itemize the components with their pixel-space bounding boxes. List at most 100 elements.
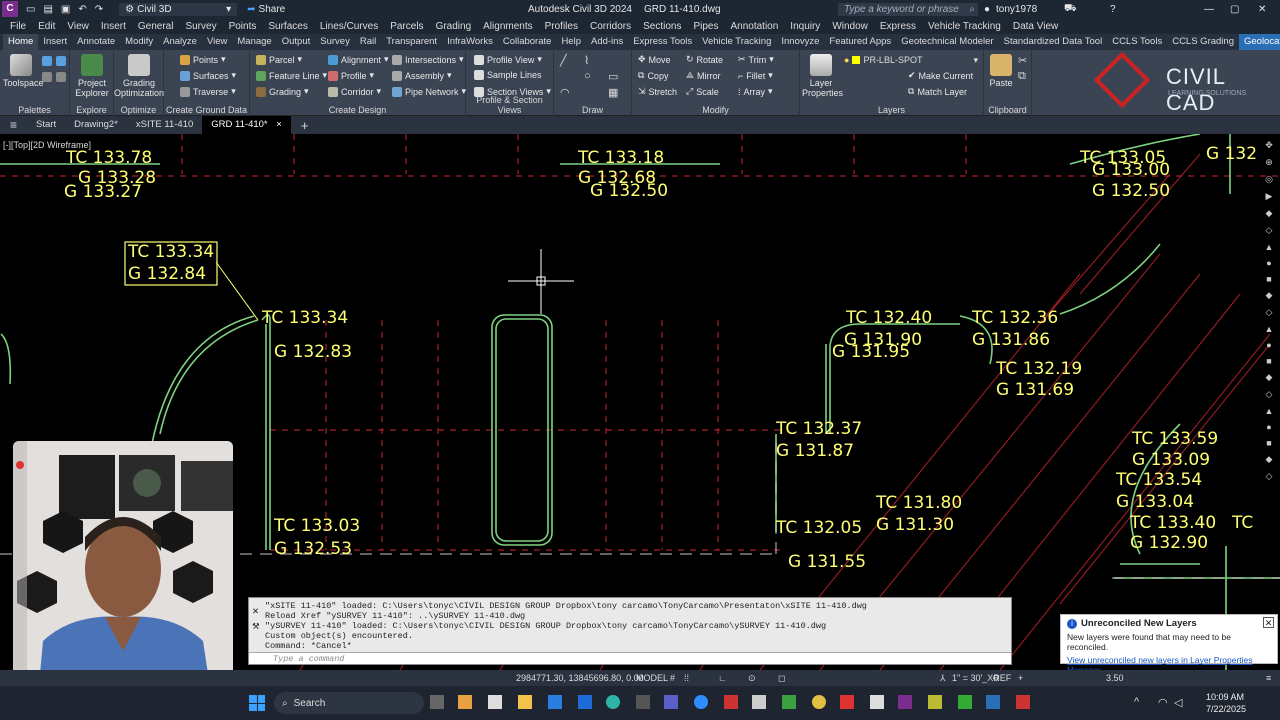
help-icon[interactable]: ? — [1110, 4, 1116, 15]
menu-annotation[interactable]: Annotation — [724, 21, 784, 32]
share-icon[interactable]: ➦ — [247, 4, 255, 15]
close-icon[interactable]: ✕ — [1263, 617, 1274, 628]
app-icon[interactable] — [636, 695, 650, 709]
app-icon[interactable] — [928, 695, 942, 709]
palette-icon-1[interactable] — [42, 56, 52, 66]
edge-icon[interactable] — [606, 695, 620, 709]
tool-icon[interactable]: ◆ — [1266, 454, 1273, 465]
doc-tab-start[interactable]: Start — [27, 116, 65, 134]
search-input[interactable]: Type a keyword or phrase — [844, 4, 959, 15]
tab-geolocation[interactable]: Geolocation — [1238, 34, 1280, 50]
profile-view-button[interactable]: Profile View ▾ — [474, 54, 542, 65]
system-tray-chevron-icon[interactable]: ^ — [1134, 696, 1139, 708]
user-icon[interactable]: ● — [984, 4, 990, 15]
surfaces-button[interactable]: Surfaces ▾ — [180, 70, 236, 81]
pan-icon[interactable]: ✥ — [1265, 140, 1273, 151]
tool-icon[interactable]: ■ — [1266, 438, 1271, 448]
array-button[interactable]: ⁞ Array ▾ — [738, 86, 773, 97]
menu-surfaces[interactable]: Surfaces — [262, 21, 313, 32]
arc-icon[interactable]: ◠ — [560, 86, 570, 99]
points-button[interactable]: Points ▾ — [180, 54, 226, 65]
model-space-button[interactable]: MODEL — [636, 673, 668, 683]
new-icon[interactable]: ▭ — [26, 4, 35, 15]
intersections-button[interactable]: Intersections ▾ — [392, 54, 464, 65]
doc-tab-xsite[interactable]: xSITE 11-410 — [127, 116, 202, 134]
fillet-button[interactable]: ⌐ Fillet ▾ — [738, 70, 773, 81]
paste-button[interactable]: Paste — [988, 54, 1014, 88]
tab-ccls-grading[interactable]: CCLS Grading — [1167, 34, 1239, 50]
menu-vehicle-tracking[interactable]: Vehicle Tracking — [922, 21, 1007, 32]
make-current-button[interactable]: ✔ Make Current — [908, 70, 973, 81]
doc-tab-grd[interactable]: GRD 11-410* × — [202, 116, 291, 134]
app-icon[interactable] — [578, 695, 592, 709]
osnap-icon[interactable]: ◻ — [778, 673, 785, 684]
tab-rail[interactable]: Rail — [355, 34, 381, 50]
app-icon[interactable] — [958, 695, 972, 709]
app-icon[interactable] — [548, 695, 562, 709]
tool-icon[interactable]: ● — [1266, 258, 1271, 268]
open-icon[interactable]: ▤ — [43, 4, 52, 15]
close-button[interactable]: ✕ — [1258, 4, 1266, 15]
rectangle-icon[interactable]: ▭ — [608, 70, 618, 83]
menu-corridors[interactable]: Corridors — [584, 21, 637, 32]
parcel-button[interactable]: Parcel ▾ — [256, 54, 302, 65]
pipe-network-button[interactable]: Pipe Network ▾ — [392, 86, 466, 97]
spot-label[interactable]: TC 133.34 — [128, 242, 214, 262]
app-icon[interactable] — [840, 695, 854, 709]
tool-icon[interactable]: ◇ — [1266, 225, 1273, 236]
match-layer-button[interactable]: ⧉ Match Layer — [908, 86, 967, 97]
volume-icon[interactable]: ◁ — [1174, 696, 1182, 709]
traverse-button[interactable]: Traverse ▾ — [180, 86, 236, 97]
tab-analyze[interactable]: Analyze — [158, 34, 202, 50]
menu-grading[interactable]: Grading — [430, 21, 478, 32]
panel-title-layers[interactable]: Layers — [800, 105, 983, 115]
menu-alignments[interactable]: Alignments — [477, 21, 538, 32]
menu-inquiry[interactable]: Inquiry — [784, 21, 826, 32]
corridor-button[interactable]: Corridor ▾ — [328, 86, 381, 97]
rotate-button[interactable]: ↻ Rotate — [686, 54, 723, 65]
tool-icon[interactable]: ● — [1266, 340, 1271, 350]
tab-help[interactable]: Help — [556, 34, 586, 50]
lineweight-value[interactable]: 3.50 — [1106, 673, 1124, 683]
app-icon[interactable] — [870, 695, 884, 709]
feature-line-button[interactable]: Feature Line ▾ — [256, 70, 327, 81]
tab-survey[interactable]: Survey — [315, 34, 355, 50]
stretch-button[interactable]: ⇲ Stretch — [638, 86, 677, 97]
zoom-icon[interactable]: ⊕ — [1265, 157, 1273, 168]
clock-date[interactable]: 7/22/2025 — [1206, 704, 1246, 714]
layer-properties-button[interactable]: Layer Properties — [802, 54, 843, 98]
network-icon[interactable]: ◠ — [1158, 696, 1168, 709]
menu-window[interactable]: Window — [826, 21, 874, 32]
mirror-button[interactable]: ⟁ Mirror — [686, 70, 721, 81]
zoom-app-icon[interactable] — [694, 695, 708, 709]
tab-geotechnical-modeler[interactable]: Geotechnical Modeler — [896, 34, 998, 50]
tab-vehicle-tracking[interactable]: Vehicle Tracking — [697, 34, 776, 50]
taskbar-search[interactable]: ⌕ Search — [274, 692, 424, 714]
cart-icon[interactable]: ⛟ — [1064, 3, 1077, 16]
showmotion-icon[interactable]: ▶ — [1266, 191, 1273, 202]
app-icon[interactable] — [458, 695, 472, 709]
tab-home[interactable]: Home — [3, 34, 39, 50]
menu-general[interactable]: General — [132, 21, 180, 32]
tab-manage[interactable]: Manage — [232, 34, 276, 50]
snap-icon[interactable]: ⁞⁞ — [684, 673, 689, 683]
tab-modify[interactable]: Modify — [120, 34, 158, 50]
grid-icon[interactable]: # — [670, 673, 675, 683]
civil3d-taskbar-icon[interactable] — [898, 695, 912, 709]
annotation-scale-icon[interactable]: ⅄ — [940, 673, 946, 684]
panel-title-draw[interactable]: Draw — [554, 105, 631, 115]
workspace-dropdown[interactable]: ⚙ Civil 3D ▾ — [119, 2, 238, 16]
customize-icon[interactable]: ≡ — [1266, 673, 1271, 683]
gear-icon[interactable]: ⚙ — [992, 673, 1000, 684]
tool-icon[interactable]: ▲ — [1265, 406, 1274, 416]
panel-title-create-design[interactable]: Create Design — [250, 105, 465, 115]
clock-time[interactable]: 10:09 AM — [1206, 692, 1244, 702]
command-input[interactable]: Type a command — [249, 652, 1011, 664]
menu-view[interactable]: View — [61, 21, 95, 32]
menu-survey[interactable]: Survey — [179, 21, 222, 32]
menu-edit[interactable]: Edit — [32, 21, 61, 32]
file-explorer-icon[interactable] — [518, 695, 532, 709]
tab-infraworks[interactable]: InfraWorks — [442, 34, 498, 50]
tool-icon[interactable]: ■ — [1266, 356, 1271, 366]
tool-icon[interactable]: ◆ — [1266, 372, 1273, 383]
